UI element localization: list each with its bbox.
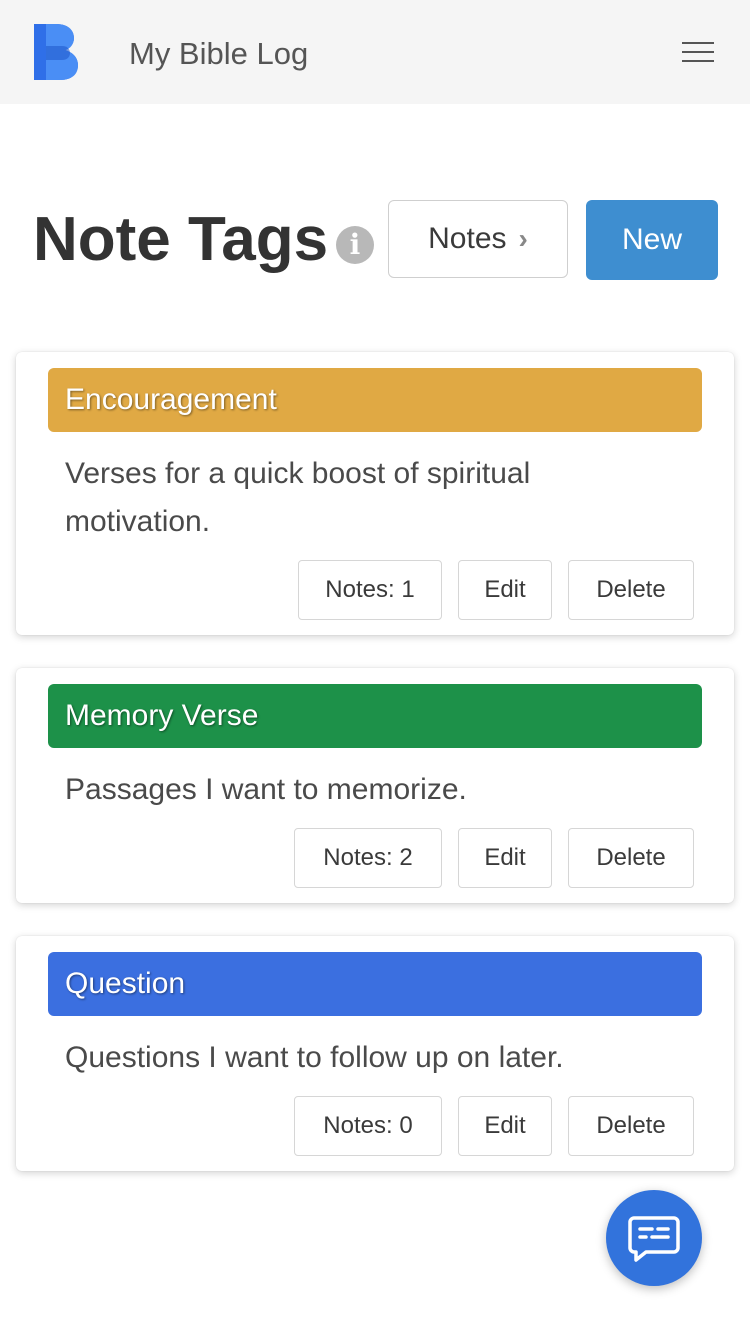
- book-logo-icon[interactable]: [32, 24, 78, 80]
- card-actions: Notes: 2 Edit Delete: [294, 828, 694, 888]
- tag-name-header: Question: [48, 952, 702, 1016]
- chat-message-icon: [628, 1216, 680, 1262]
- delete-button[interactable]: Delete: [568, 560, 694, 620]
- tag-description: Verses for a quick boost of spiritual mo…: [65, 457, 531, 538]
- card-actions: Notes: 0 Edit Delete: [294, 1096, 694, 1156]
- hamburger-menu-icon[interactable]: [682, 40, 714, 64]
- delete-button[interactable]: Delete: [568, 1096, 694, 1156]
- edit-button[interactable]: Edit: [458, 1096, 552, 1156]
- tag-card: Memory Verse Passages I want to memorize…: [16, 668, 734, 903]
- tag-description: Passages I want to memorize.: [65, 773, 467, 806]
- tag-notes-count-button[interactable]: Notes: 0: [294, 1096, 442, 1156]
- info-icon[interactable]: i: [336, 226, 374, 264]
- tag-description: Questions I want to follow up on later.: [65, 1041, 564, 1074]
- notes-button[interactable]: Notes ›: [388, 200, 568, 278]
- page-title: Note Tags: [33, 205, 329, 274]
- tag-name-header: Encouragement: [48, 368, 702, 432]
- tag-card: Question Questions I want to follow up o…: [16, 936, 734, 1171]
- delete-button[interactable]: Delete: [568, 828, 694, 888]
- edit-button[interactable]: Edit: [458, 828, 552, 888]
- chat-fab-button[interactable]: [606, 1190, 702, 1286]
- new-tag-button[interactable]: New: [586, 200, 718, 280]
- tag-card: Encouragement Verses for a quick boost o…: [16, 352, 734, 635]
- top-navbar: My Bible Log: [0, 0, 750, 104]
- tag-notes-count-button[interactable]: Notes: 1: [298, 560, 442, 620]
- card-actions: Notes: 1 Edit Delete: [298, 560, 694, 620]
- tag-notes-count-button[interactable]: Notes: 2: [294, 828, 442, 888]
- edit-button[interactable]: Edit: [458, 560, 552, 620]
- notes-button-label: Notes: [428, 222, 507, 255]
- tag-name-header: Memory Verse: [48, 684, 702, 748]
- chevron-right-icon: ›: [518, 223, 528, 254]
- app-title[interactable]: My Bible Log: [129, 34, 308, 74]
